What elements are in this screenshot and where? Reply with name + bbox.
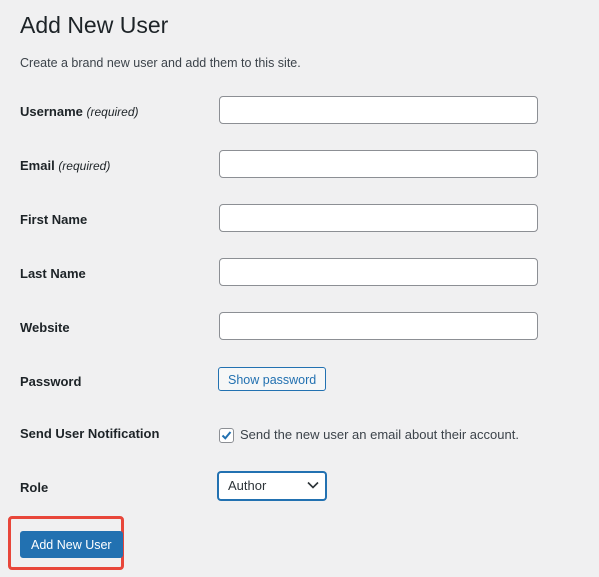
checkmark-icon — [221, 431, 232, 440]
website-input[interactable] — [219, 312, 538, 340]
add-new-user-button[interactable]: Add New User — [20, 531, 123, 558]
first-name-label: First Name — [20, 212, 88, 227]
role-label: Role — [20, 480, 49, 495]
notification-checkbox[interactable] — [219, 428, 234, 443]
notification-label: Send User Notification — [20, 426, 160, 441]
email-input[interactable] — [219, 150, 538, 178]
email-label: Email (required) — [20, 158, 111, 173]
last-name-input[interactable] — [219, 258, 538, 286]
show-password-button[interactable]: Show password — [218, 367, 327, 391]
first-name-input[interactable] — [219, 204, 538, 232]
username-label: Username (required) — [20, 104, 139, 119]
username-input[interactable] — [219, 96, 538, 124]
role-select[interactable]: Author — [218, 472, 326, 500]
chevron-down-icon — [307, 481, 319, 489]
page-title: Add New User — [20, 12, 169, 38]
page-description: Create a brand new user and add them to … — [20, 56, 301, 70]
last-name-label: Last Name — [20, 266, 86, 281]
website-label: Website — [20, 320, 70, 335]
password-label: Password — [20, 374, 82, 389]
notification-checkbox-label: Send the new user an email about their a… — [240, 427, 519, 442]
role-selected-value: Author — [228, 478, 267, 493]
